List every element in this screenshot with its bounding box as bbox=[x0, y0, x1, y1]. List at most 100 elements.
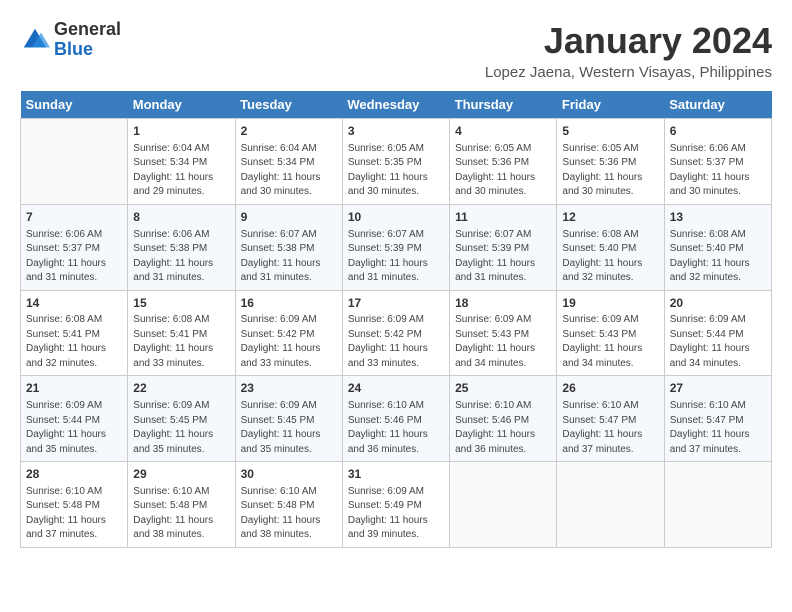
day-number: 21 bbox=[26, 380, 122, 397]
day-number: 29 bbox=[133, 466, 229, 483]
calendar-day-cell: 30Sunrise: 6:10 AMSunset: 5:48 PMDayligh… bbox=[235, 462, 342, 548]
logo-general: General bbox=[54, 19, 121, 39]
day-of-week-header: Friday bbox=[557, 91, 664, 119]
day-info: Sunrise: 6:07 AMSunset: 5:39 PMDaylight:… bbox=[348, 228, 444, 286]
calendar-day-cell bbox=[450, 462, 557, 548]
day-info: Sunrise: 6:10 AMSunset: 5:48 PMDaylight:… bbox=[133, 485, 229, 543]
day-number: 15 bbox=[133, 295, 229, 312]
calendar-week-row: 28 Sunrise: 6:10 AMSunset: 5:48 PMDayligh… bbox=[21, 462, 772, 548]
day-info: Sunrise: 6:10 AMSunset: 5:47 PMDaylight:… bbox=[562, 399, 658, 457]
day-number: 10 bbox=[348, 209, 444, 226]
calendar-day-cell: 24 Sunrise: 6:10 AMSunset: 5:46 PMDayligh… bbox=[342, 376, 449, 462]
day-of-week-header: Thursday bbox=[450, 91, 557, 119]
day-info: Sunrise: 6:07 AMSunset: 5:38 PMDaylight:… bbox=[241, 228, 337, 286]
day-info: Sunrise: 6:09 AMSunset: 5:44 PMDaylight:… bbox=[26, 399, 122, 457]
day-number: 6 bbox=[670, 123, 766, 140]
calendar-header-row: SundayMondayTuesdayWednesdayThursdayFrid… bbox=[21, 91, 772, 119]
day-info: Sunrise: 6:07 AMSunset: 5:39 PMDaylight:… bbox=[455, 228, 551, 286]
day-of-week-header: Sunday bbox=[21, 91, 128, 119]
day-info: Sunrise: 6:09 AMSunset: 5:43 PMDaylight:… bbox=[562, 313, 658, 371]
calendar-day-cell: 13 Sunrise: 6:08 AMSunset: 5:40 PMDayligh… bbox=[664, 204, 771, 290]
day-number: 5 bbox=[562, 123, 658, 140]
logo-icon bbox=[20, 25, 50, 55]
day-of-week-header: Wednesday bbox=[342, 91, 449, 119]
calendar-day-cell bbox=[21, 119, 128, 205]
calendar-day-cell: 7 Sunrise: 6:06 AMSunset: 5:37 PMDaylight… bbox=[21, 204, 128, 290]
day-info: Sunrise: 6:10 AMSunset: 5:47 PMDaylight:… bbox=[670, 399, 766, 457]
logo-text: General Blue bbox=[54, 20, 121, 60]
day-info: Sunrise: 6:09 AMSunset: 5:44 PMDaylight:… bbox=[670, 313, 766, 371]
day-number: 23 bbox=[241, 380, 337, 397]
day-number: 17 bbox=[348, 295, 444, 312]
day-number: 22 bbox=[133, 380, 229, 397]
day-number: 18 bbox=[455, 295, 551, 312]
calendar-day-cell: 29 Sunrise: 6:10 AMSunset: 5:48 PMDayligh… bbox=[128, 462, 235, 548]
calendar-day-cell: 11Sunrise: 6:07 AMSunset: 5:39 PMDayligh… bbox=[450, 204, 557, 290]
day-of-week-header: Saturday bbox=[664, 91, 771, 119]
logo-blue: Blue bbox=[54, 39, 93, 59]
day-number: 7 bbox=[26, 209, 122, 226]
calendar-week-row: 21 Sunrise: 6:09 AMSunset: 5:44 PMDayligh… bbox=[21, 376, 772, 462]
day-number: 8 bbox=[133, 209, 229, 226]
day-info: Sunrise: 6:06 AMSunset: 5:37 PMDaylight:… bbox=[26, 228, 122, 286]
day-number: 27 bbox=[670, 380, 766, 397]
day-info: Sunrise: 6:10 AMSunset: 5:46 PMDaylight:… bbox=[348, 399, 444, 457]
calendar-day-cell: 6 Sunrise: 6:06 AMSunset: 5:37 PMDaylight… bbox=[664, 119, 771, 205]
title-block: January 2024 Lopez Jaena, Western Visaya… bbox=[485, 20, 772, 81]
day-info: Sunrise: 6:08 AMSunset: 5:40 PMDaylight:… bbox=[670, 228, 766, 286]
day-number: 31 bbox=[348, 466, 444, 483]
day-info: Sunrise: 6:05 AMSunset: 5:36 PMDaylight:… bbox=[455, 142, 551, 200]
calendar-day-cell: 2 Sunrise: 6:04 AMSunset: 5:34 PMDaylight… bbox=[235, 119, 342, 205]
calendar-day-cell: 5 Sunrise: 6:05 AMSunset: 5:36 PMDaylight… bbox=[557, 119, 664, 205]
day-number: 20 bbox=[670, 295, 766, 312]
day-number: 14 bbox=[26, 295, 122, 312]
calendar-day-cell: 14Sunrise: 6:08 AMSunset: 5:41 PMDayligh… bbox=[21, 290, 128, 376]
calendar-day-cell: 8 Sunrise: 6:06 AMSunset: 5:38 PMDaylight… bbox=[128, 204, 235, 290]
day-info: Sunrise: 6:09 AMSunset: 5:45 PMDaylight:… bbox=[133, 399, 229, 457]
day-number: 3 bbox=[348, 123, 444, 140]
calendar-day-cell: 4 Sunrise: 6:05 AMSunset: 5:36 PMDaylight… bbox=[450, 119, 557, 205]
day-info: Sunrise: 6:06 AMSunset: 5:38 PMDaylight:… bbox=[133, 228, 229, 286]
calendar-day-cell: 19Sunrise: 6:09 AMSunset: 5:43 PMDayligh… bbox=[557, 290, 664, 376]
day-number: 28 bbox=[26, 466, 122, 483]
day-info: Sunrise: 6:05 AMSunset: 5:36 PMDaylight:… bbox=[562, 142, 658, 200]
day-info: Sunrise: 6:10 AMSunset: 5:48 PMDaylight:… bbox=[26, 485, 122, 543]
calendar-week-row: 7 Sunrise: 6:06 AMSunset: 5:37 PMDaylight… bbox=[21, 204, 772, 290]
calendar-day-cell: 17Sunrise: 6:09 AMSunset: 5:42 PMDayligh… bbox=[342, 290, 449, 376]
day-number: 2 bbox=[241, 123, 337, 140]
calendar-day-cell: 16Sunrise: 6:09 AMSunset: 5:42 PMDayligh… bbox=[235, 290, 342, 376]
day-number: 24 bbox=[348, 380, 444, 397]
day-number: 9 bbox=[241, 209, 337, 226]
day-number: 16 bbox=[241, 295, 337, 312]
calendar-day-cell: 20Sunrise: 6:09 AMSunset: 5:44 PMDayligh… bbox=[664, 290, 771, 376]
day-of-week-header: Tuesday bbox=[235, 91, 342, 119]
day-number: 26 bbox=[562, 380, 658, 397]
calendar-week-row: 1 Sunrise: 6:04 AMSunset: 5:34 PMDaylight… bbox=[21, 119, 772, 205]
calendar-day-cell: 28 Sunrise: 6:10 AMSunset: 5:48 PMDayligh… bbox=[21, 462, 128, 548]
day-info: Sunrise: 6:05 AMSunset: 5:35 PMDaylight:… bbox=[348, 142, 444, 200]
day-info: Sunrise: 6:04 AMSunset: 5:34 PMDaylight:… bbox=[241, 142, 337, 200]
day-info: Sunrise: 6:06 AMSunset: 5:37 PMDaylight:… bbox=[670, 142, 766, 200]
day-number: 4 bbox=[455, 123, 551, 140]
day-number: 19 bbox=[562, 295, 658, 312]
logo: General Blue bbox=[20, 20, 121, 60]
calendar-day-cell: 10 Sunrise: 6:07 AMSunset: 5:39 PMDayligh… bbox=[342, 204, 449, 290]
calendar-day-cell: 23Sunrise: 6:09 AMSunset: 5:45 PMDayligh… bbox=[235, 376, 342, 462]
location: Lopez Jaena, Western Visayas, Philippine… bbox=[485, 64, 772, 81]
calendar-day-cell: 25Sunrise: 6:10 AMSunset: 5:46 PMDayligh… bbox=[450, 376, 557, 462]
month-title: January 2024 bbox=[485, 20, 772, 62]
day-number: 13 bbox=[670, 209, 766, 226]
calendar-day-cell bbox=[664, 462, 771, 548]
day-info: Sunrise: 6:09 AMSunset: 5:43 PMDaylight:… bbox=[455, 313, 551, 371]
calendar-day-cell: 18Sunrise: 6:09 AMSunset: 5:43 PMDayligh… bbox=[450, 290, 557, 376]
day-info: Sunrise: 6:10 AMSunset: 5:48 PMDaylight:… bbox=[241, 485, 337, 543]
calendar-day-cell: 27 Sunrise: 6:10 AMSunset: 5:47 PMDayligh… bbox=[664, 376, 771, 462]
calendar-day-cell: 21 Sunrise: 6:09 AMSunset: 5:44 PMDayligh… bbox=[21, 376, 128, 462]
calendar-day-cell bbox=[557, 462, 664, 548]
day-number: 1 bbox=[133, 123, 229, 140]
calendar-day-cell: 1 Sunrise: 6:04 AMSunset: 5:34 PMDaylight… bbox=[128, 119, 235, 205]
page-header: General Blue January 2024 Lopez Jaena, W… bbox=[20, 20, 772, 81]
calendar-day-cell: 31Sunrise: 6:09 AMSunset: 5:49 PMDayligh… bbox=[342, 462, 449, 548]
day-info: Sunrise: 6:04 AMSunset: 5:34 PMDaylight:… bbox=[133, 142, 229, 200]
calendar-day-cell: 15Sunrise: 6:08 AMSunset: 5:41 PMDayligh… bbox=[128, 290, 235, 376]
